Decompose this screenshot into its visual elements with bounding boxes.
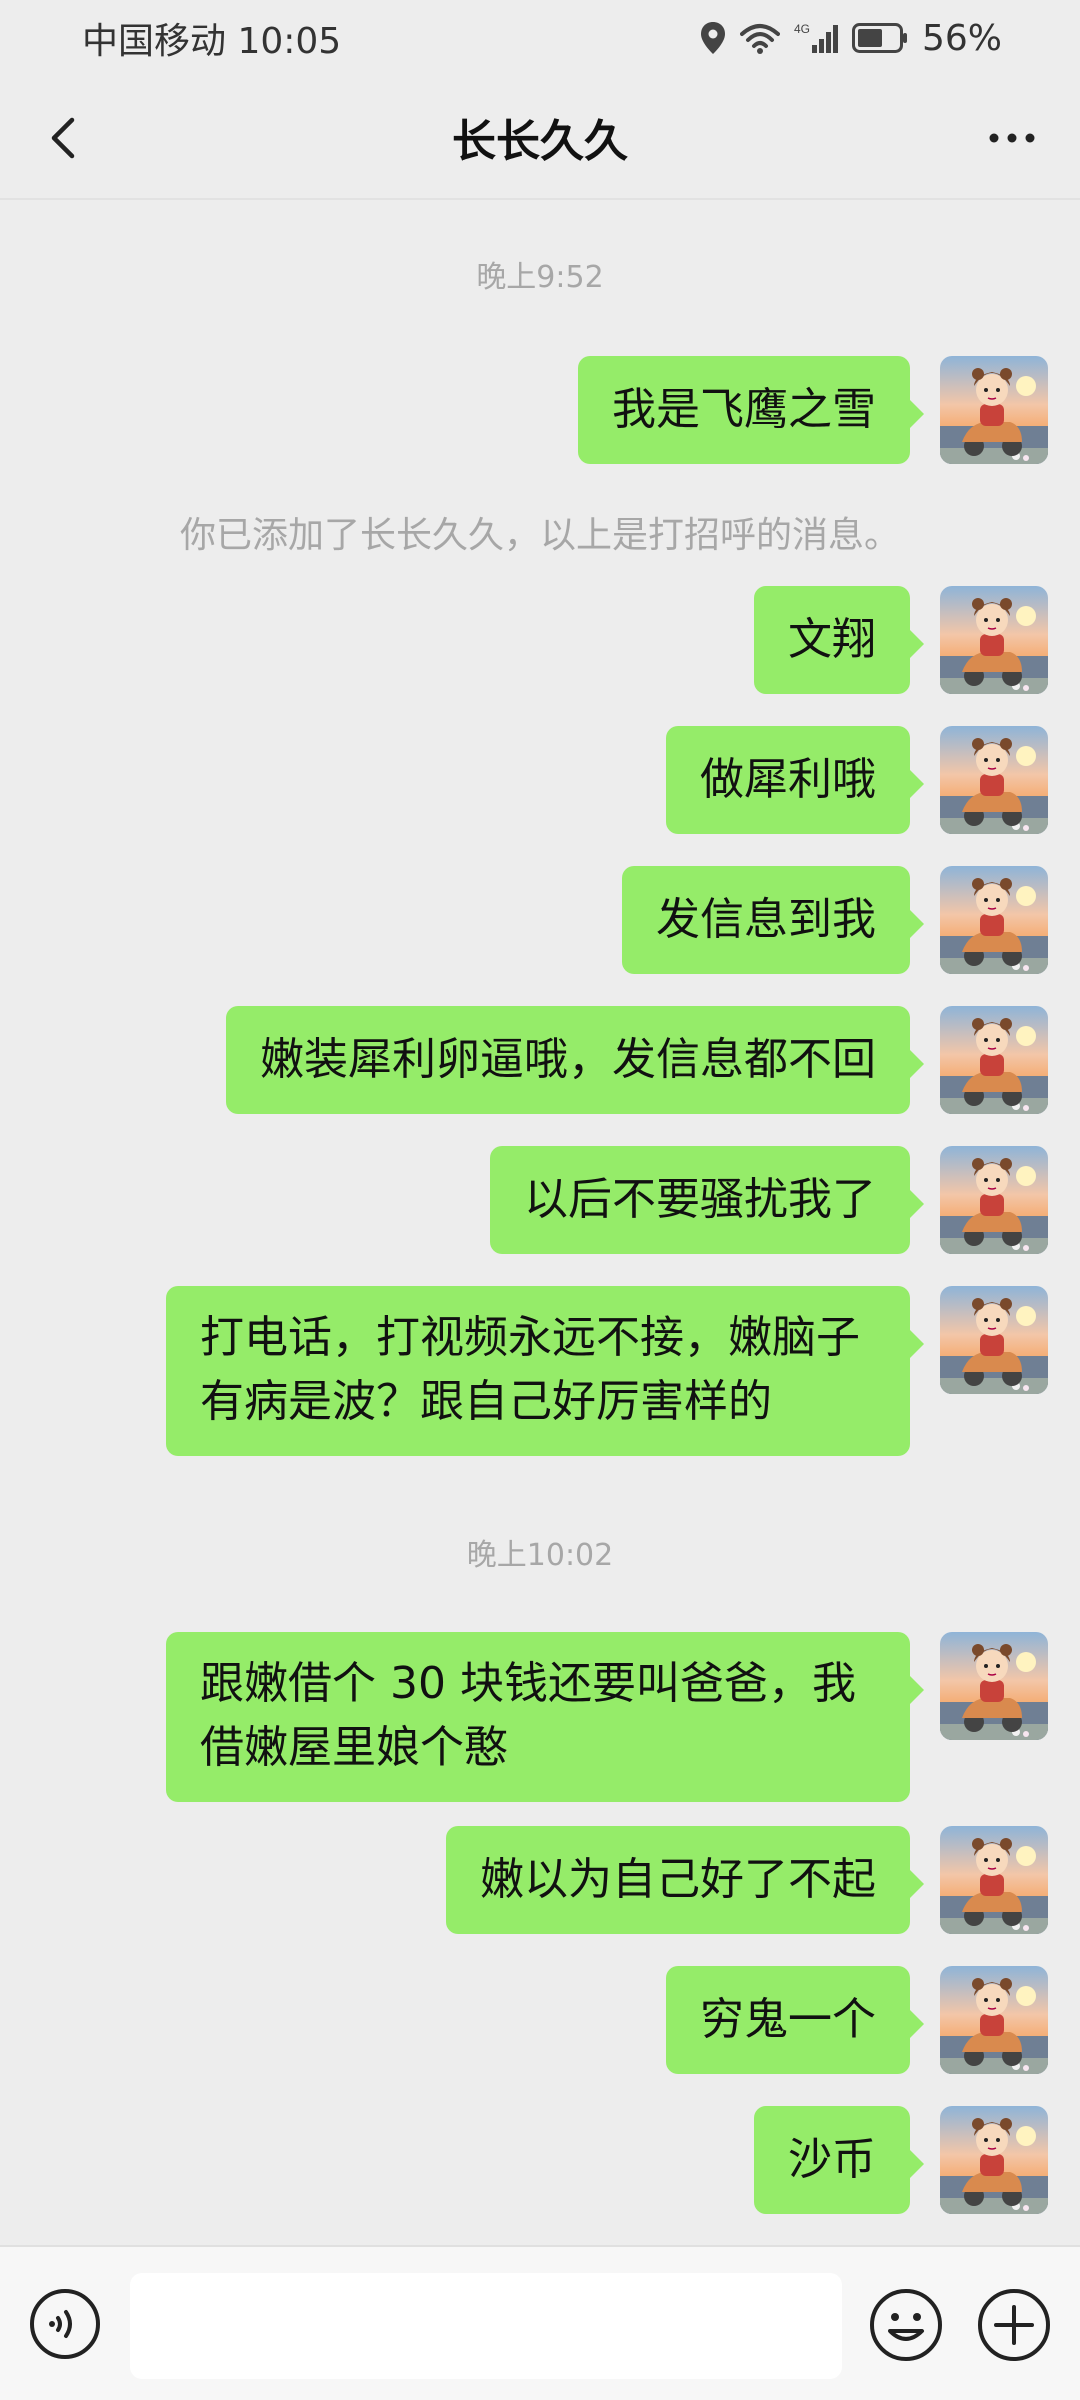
back-arrow-icon[interactable] — [38, 110, 94, 166]
message-input[interactable] — [130, 2273, 842, 2379]
user-avatar[interactable] — [940, 866, 1048, 974]
location-icon — [700, 22, 725, 54]
message-bubble[interactable]: 嫩装犀利卵逼哦，发信息都不回 — [226, 1006, 924, 1114]
status-bar: 中国移动 10:05 4G 56% — [0, 0, 1080, 76]
message-bubble[interactable]: 我是飞鹰之雪 — [578, 356, 924, 464]
message-bubble[interactable]: 沙币 — [754, 2106, 924, 2214]
system-notice: 你已添加了长长久久，以上是打招呼的消息。 — [179, 515, 900, 556]
user-avatar[interactable] — [940, 1286, 1048, 1394]
user-avatar[interactable] — [940, 1006, 1048, 1114]
battery-percent: 56% — [921, 17, 1002, 59]
message-row: 文翔 — [0, 586, 1080, 694]
emoji-icon[interactable] — [868, 2287, 944, 2363]
more-icon[interactable] — [982, 110, 1042, 166]
timestamp: 晚上10:02 — [466, 1538, 614, 1573]
message-bubble[interactable]: 文翔 — [754, 586, 924, 694]
message-bubble[interactable]: 做犀利哦 — [666, 726, 924, 834]
message-bubble[interactable]: 发信息到我 — [622, 866, 924, 974]
user-avatar[interactable] — [940, 2106, 1048, 2214]
wifi-icon — [739, 24, 780, 54]
input-bar — [0, 2245, 1080, 2400]
message-row: 打电话，打视频永远不接，嫩脑子有病是波？跟自己好厉害样的 — [0, 1286, 1080, 1456]
status-icons: 4G 56% — [700, 18, 1002, 59]
message-row: 发信息到我 — [0, 866, 1080, 974]
user-avatar[interactable] — [940, 1146, 1048, 1254]
chat-title: 长长久久 — [452, 116, 628, 167]
user-avatar[interactable] — [940, 586, 1048, 694]
chat-area[interactable]: 晚上9:52 我是飞鹰之雪 你已添加了长长久久，以上是打招呼的消息。 文翔 做犀… — [0, 200, 1080, 2245]
message-row: 跟嫩借个 30 块钱还要叫爸爸，我借嫩屋里娘个憨 — [0, 1632, 1080, 1802]
message-row: 我是飞鹰之雪 — [0, 356, 1080, 464]
signal-icon: 4G — [794, 22, 838, 53]
message-row: 穷鬼一个 — [0, 1966, 1080, 2074]
user-avatar[interactable] — [940, 1826, 1048, 1934]
message-row: 嫩以为自己好了不起 — [0, 1826, 1080, 1934]
message-row: 以后不要骚扰我了 — [0, 1146, 1080, 1254]
message-bubble[interactable]: 以后不要骚扰我了 — [490, 1146, 924, 1254]
carrier-time: 中国移动 10:05 — [82, 21, 342, 62]
battery-icon — [851, 23, 907, 53]
plus-icon[interactable] — [976, 2287, 1052, 2363]
user-avatar[interactable] — [940, 726, 1048, 834]
message-bubble[interactable]: 跟嫩借个 30 块钱还要叫爸爸，我借嫩屋里娘个憨 — [166, 1632, 924, 1802]
voice-icon[interactable] — [28, 2287, 102, 2361]
message-row: 嫩装犀利卵逼哦，发信息都不回 — [0, 1006, 1080, 1114]
timestamp: 晚上9:52 — [476, 260, 604, 295]
message-bubble[interactable]: 嫩以为自己好了不起 — [446, 1826, 924, 1934]
message-bubble[interactable]: 打电话，打视频永远不接，嫩脑子有病是波？跟自己好厉害样的 — [166, 1286, 924, 1456]
network-label: 4G — [794, 22, 810, 36]
message-bubble[interactable]: 穷鬼一个 — [666, 1966, 924, 2074]
chat-header: 长长久久 — [0, 76, 1080, 200]
message-row: 做犀利哦 — [0, 726, 1080, 834]
message-row: 沙币 — [0, 2106, 1080, 2214]
user-avatar[interactable] — [940, 356, 1048, 464]
user-avatar[interactable] — [940, 1966, 1048, 2074]
user-avatar[interactable] — [940, 1632, 1048, 1740]
